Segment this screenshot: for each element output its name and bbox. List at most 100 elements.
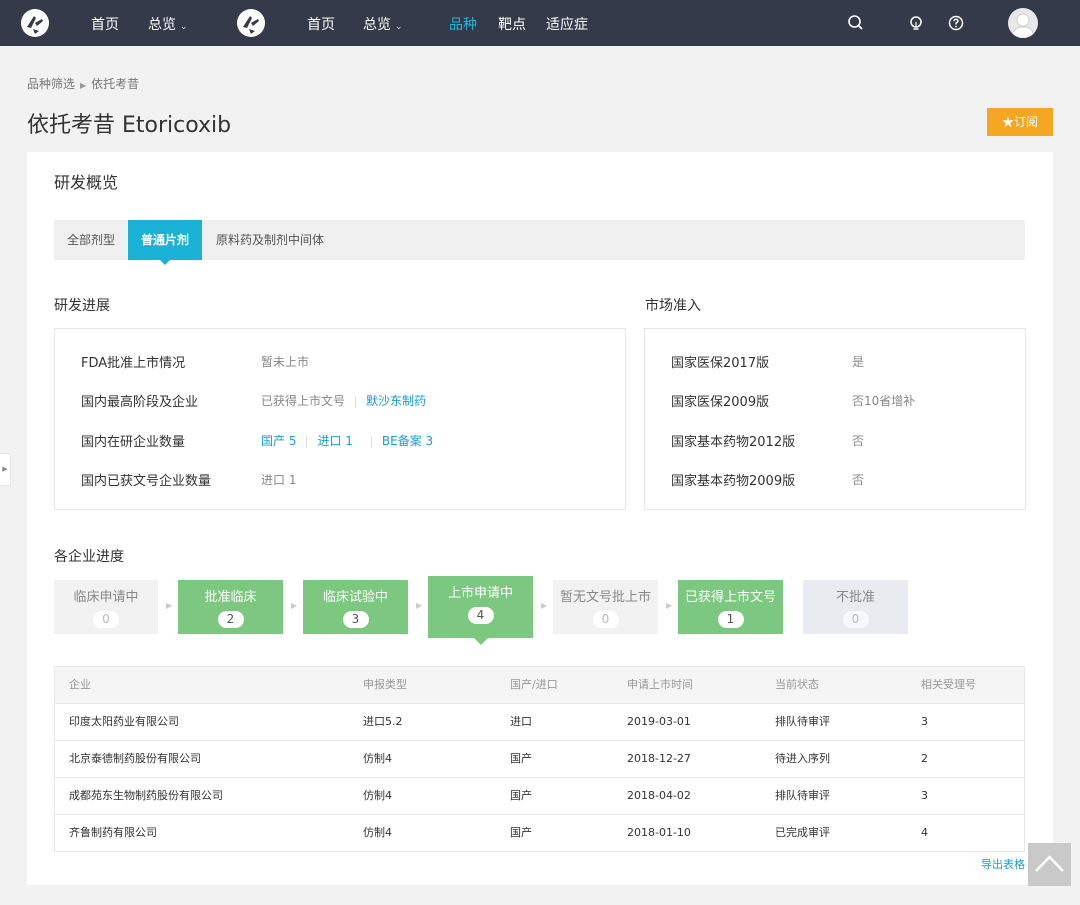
rd-row-label: 国内已获文号企业数量 [81, 474, 212, 489]
market-row: 国家医保2009版 否10省增补 [645, 391, 1025, 411]
filing-type: 仿制4 [363, 789, 392, 802]
stage-clinical-application[interactable]: 临床申请中 0 [54, 580, 158, 634]
side-panel-toggle-icon[interactable]: ▶ [0, 453, 11, 486]
market-access-heading: 市场准入 [645, 298, 701, 314]
market-access-box: 国家医保2017版 是 国家医保2009版 否10省增补 国家基本药物2012版… [644, 328, 1026, 510]
stage-arrow-icon: ▶ [541, 601, 548, 610]
nav-drug-variety[interactable]: 品种 [449, 14, 477, 34]
current-status: 排队待审评 [775, 789, 830, 802]
filing-type: 进口5.2 [363, 715, 403, 728]
header-domestic-import: 国产/进口 [510, 678, 558, 691]
table-row: 北京泰德制药股份有限公司 仿制4 国产 2018-12-27 待进入序列 2 [55, 740, 1024, 777]
rd-progress-heading: 研发进展 [54, 298, 110, 314]
search-icon[interactable] [846, 13, 866, 33]
subscribe-button[interactable]: ★订阅 [987, 108, 1053, 136]
market-row-value[interactable]: 否10省增补 [852, 392, 915, 409]
stage-name: 暂无文号批上市 [559, 590, 651, 605]
breadcrumb-parent[interactable]: 品种筛选 [27, 77, 75, 91]
stage-rejected[interactable]: 不批准 0 [803, 580, 908, 634]
rd-row-label: 国内在研企业数量 [81, 435, 186, 450]
nav-overview-label: 总览 [363, 17, 391, 33]
market-row-label: 国家基本药物2012版 [671, 435, 796, 450]
filing-type: 仿制4 [363, 752, 392, 765]
be-filing-count-link[interactable]: BE备案 3 [382, 434, 433, 448]
stage-clinical-trial[interactable]: 临床试验中 3 [303, 580, 408, 634]
rd-row-label: 国内最高阶段及企业 [81, 395, 199, 410]
market-row: 国家基本药物2012版 否 [645, 431, 1025, 451]
acceptance-number-link[interactable]: 3 [921, 778, 928, 814]
breadcrumb-current: 依托考昔 [91, 77, 140, 91]
help-icon[interactable] [946, 13, 966, 33]
company-table: 企业 申报类型 国产/进口 申请上市时间 当前状态 相关受理号 印度太阳药业有限… [54, 666, 1025, 852]
dosage-form-tabs: 全部剂型 普通片剂 原料药及制剂中间体 [54, 220, 1025, 265]
header-company: 企业 [69, 678, 91, 691]
stage-count: 0 [842, 611, 869, 628]
avatar-icon[interactable] [1008, 8, 1038, 38]
acceptance-number-link[interactable]: 2 [921, 741, 928, 777]
nav-home-2[interactable]: 首页 [307, 14, 335, 34]
market-row-value: 否 [852, 434, 865, 448]
market-row: 国家医保2017版 是 [645, 352, 1025, 372]
domestic-import: 国产 [510, 826, 532, 839]
chevron-down-icon: ⌄ [395, 22, 403, 32]
card-title: 研发概览 [54, 173, 119, 192]
filing-date: 2018-04-02 [627, 789, 691, 802]
acceptance-number-link[interactable]: 4 [921, 815, 928, 851]
nav-overview-label: 总览 [148, 17, 176, 33]
nav-overview[interactable]: 总览 ⌄ [148, 14, 188, 34]
nav-home[interactable]: 首页 [91, 14, 119, 34]
back-to-top-icon[interactable] [1028, 843, 1071, 886]
filing-date: 2019-03-01 [627, 715, 691, 728]
rd-row-value: 国产 5 进口 1 BE备案 3 [261, 432, 433, 449]
rd-progress-box: FDA批准上市情况 暂未上市 国内最高阶段及企业 已获得上市文号 默沙东制药 国内… [54, 328, 626, 510]
tab-all-forms[interactable]: 全部剂型 [54, 220, 128, 260]
header-current-status: 当前状态 [775, 678, 819, 691]
stage-count: 4 [467, 607, 494, 624]
stage-clinical-approved[interactable]: 批准临床 2 [178, 580, 283, 634]
current-status: 待进入序列 [775, 752, 830, 765]
company-link[interactable]: 默沙东制药 [366, 394, 426, 408]
domestic-import: 国产 [510, 752, 532, 765]
table-header: 企业 申报类型 国产/进口 申请上市时间 当前状态 相关受理号 [55, 667, 1024, 703]
stage-count: 3 [342, 611, 369, 628]
tab-ordinary-tablet[interactable]: 普通片剂 [128, 220, 202, 265]
table-row: 成都苑东生物制药股份有限公司 仿制4 国产 2018-04-02 排队待审评 3 [55, 777, 1024, 814]
logo-icon[interactable] [21, 9, 49, 37]
stage-name: 上市申请中 [447, 586, 513, 601]
nav-overview-2[interactable]: 总览 ⌄ [363, 14, 403, 34]
tab-api-intermediate[interactable]: 原料药及制剂中间体 [210, 220, 330, 260]
header-filing-date: 申请上市时间 [627, 678, 693, 691]
breadcrumb: 品种筛选 ▶ 依托考昔 [27, 75, 139, 92]
company-name-link[interactable]: 成都苑东生物制药股份有限公司 [69, 778, 223, 814]
import-count-link[interactable]: 进口 1 [317, 434, 352, 448]
market-row-label: 国家基本药物2009版 [671, 474, 796, 489]
stage-count: 2 [217, 611, 244, 628]
stage-count: 1 [717, 611, 744, 628]
market-row-value[interactable]: 是 [852, 353, 864, 370]
acceptance-number-link[interactable]: 3 [921, 704, 928, 740]
bulb-icon[interactable] [906, 13, 926, 33]
nav-target[interactable]: 靶点 [498, 14, 526, 34]
company-name-link[interactable]: 印度太阳药业有限公司 [69, 704, 179, 740]
stage-marketing-application[interactable]: 上市申请中 4 [428, 576, 533, 645]
stage-name: 已获得上市文号 [684, 590, 776, 605]
table-row: 印度太阳药业有限公司 进口5.2 进口 2019-03-01 排队待审评 3 [55, 703, 1024, 740]
logo-icon[interactable] [237, 9, 265, 37]
stage-approval-number-obtained[interactable]: 已获得上市文号 1 [678, 580, 783, 634]
stage-no-approval-number[interactable]: 暂无文号批上市 0 [553, 580, 658, 634]
stage-name: 临床试验中 [322, 590, 388, 605]
domestic-import: 进口 [510, 715, 532, 728]
domestic-count-link[interactable]: 国产 5 [261, 434, 296, 448]
company-name-link[interactable]: 北京泰德制药股份有限公司 [69, 741, 201, 777]
stage-name: 临床申请中 [73, 590, 139, 605]
top-navigation-bar: 首页 总览 ⌄ 首页 总览 ⌄ 品种 靶点 适应症 [0, 0, 1080, 46]
export-table-link[interactable]: 导出表格 [981, 856, 1025, 872]
filing-type: 仿制4 [363, 826, 392, 839]
rd-row-approved-count: 国内已获文号企业数量 进口 1 [55, 470, 625, 490]
nav-indication[interactable]: 适应症 [546, 14, 588, 34]
approved-import-link[interactable]: 进口 1 [261, 471, 296, 488]
market-row-value: 否 [852, 473, 865, 487]
company-name-link[interactable]: 齐鲁制药有限公司 [69, 815, 157, 851]
rd-row-highest-stage: 国内最高阶段及企业 已获得上市文号 默沙东制药 [55, 391, 625, 411]
market-row: 国家基本药物2009版 否 [645, 470, 1025, 490]
